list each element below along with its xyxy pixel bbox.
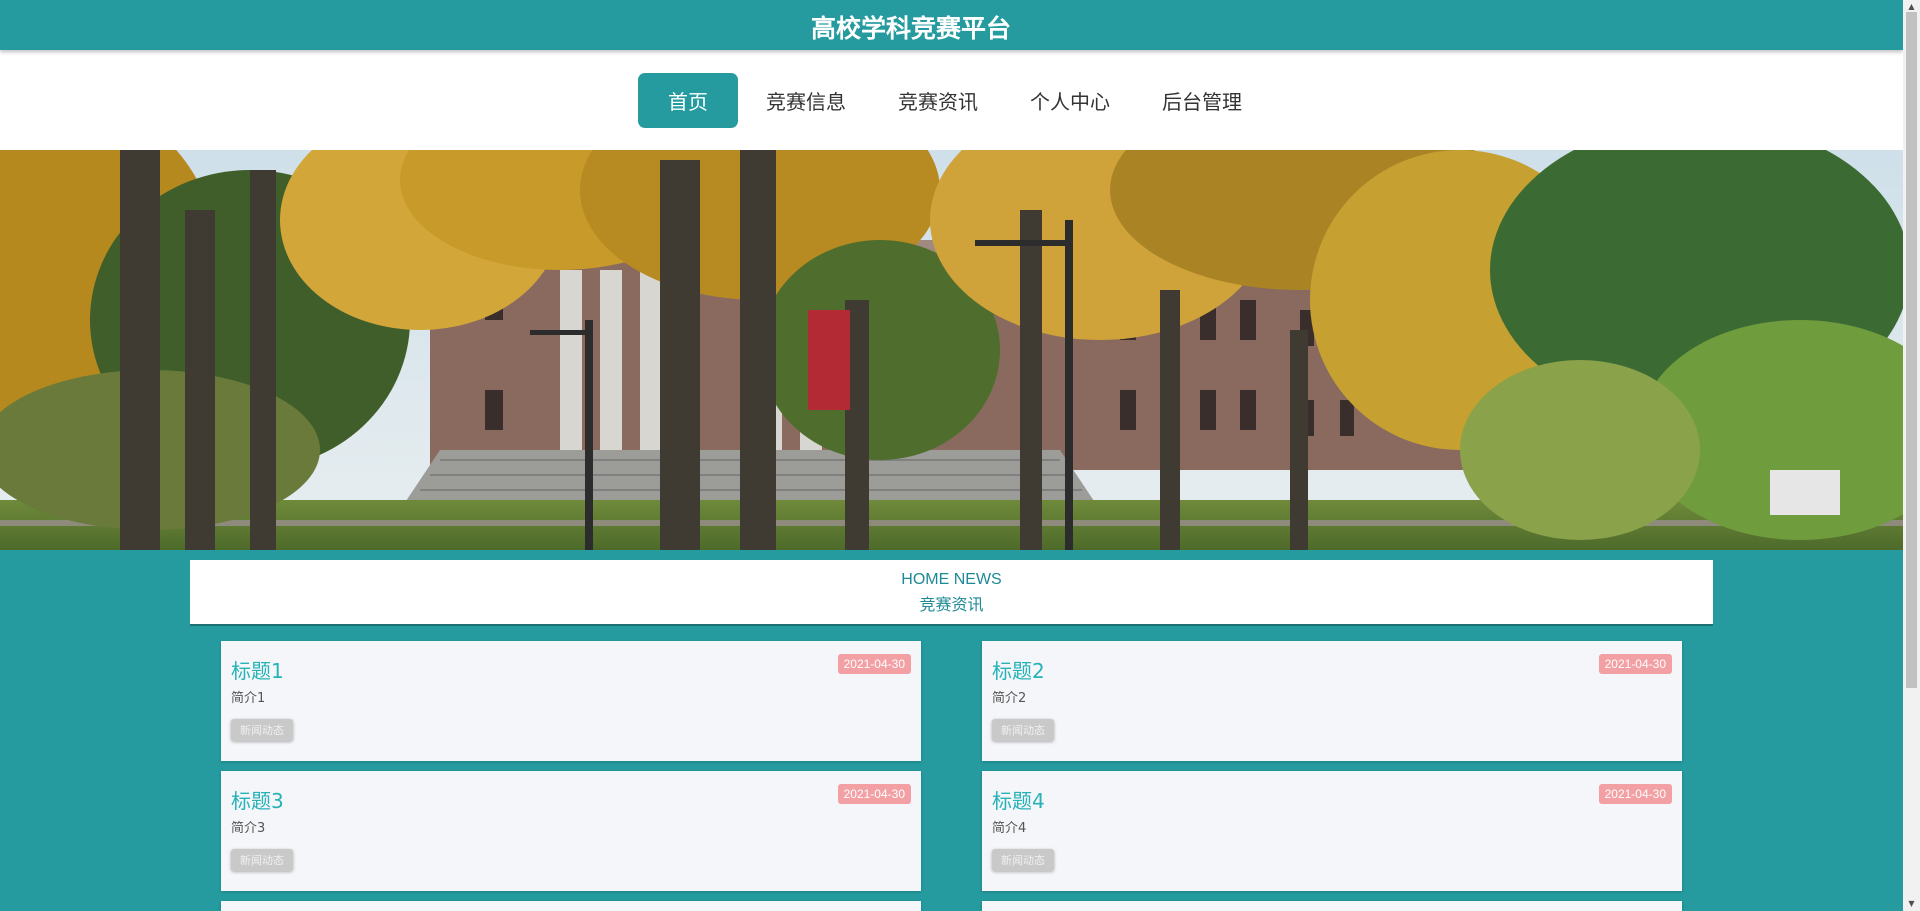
news-card-title[interactable]: 标题1 bbox=[231, 655, 284, 684]
scrollbar-thumb[interactable] bbox=[1906, 12, 1917, 688]
news-card-tag: 新闻动态 bbox=[231, 719, 293, 741]
news-card-date-badge: 2021-04-30 bbox=[837, 654, 911, 674]
news-card-date-badge: 2021-04-30 bbox=[1598, 784, 1672, 804]
campus-banner-image bbox=[0, 150, 1903, 550]
news-card-date-badge: 2021-04-30 bbox=[1598, 654, 1672, 674]
news-card[interactable]: 标题3 2021-04-30 简介3 新闻动态 bbox=[221, 771, 921, 891]
scroll-down-arrow-icon[interactable]: ▼ bbox=[1903, 897, 1920, 911]
news-section-header: HOME NEWS 竞赛资讯 bbox=[190, 560, 1713, 626]
news-card-tag: 新闻动态 bbox=[231, 849, 293, 871]
nav-menu: 首页 竞赛信息 竞赛资讯 个人中心 后台管理 bbox=[638, 73, 1268, 128]
news-heading-en: HOME NEWS bbox=[901, 571, 1002, 588]
news-card-summary: 简介2 bbox=[992, 691, 1027, 706]
news-card-summary: 简介4 bbox=[992, 821, 1027, 836]
news-card-summary: 简介3 bbox=[231, 821, 266, 836]
news-card[interactable]: 标题4 2021-04-30 简介4 新闻动态 bbox=[982, 771, 1682, 891]
banner-illustration bbox=[0, 150, 1903, 550]
nav-item-competition-news[interactable]: 竞赛资讯 bbox=[872, 73, 1004, 128]
news-card[interactable]: 标题1 2021-04-30 简介1 新闻动态 bbox=[221, 641, 921, 761]
news-card-tag: 新闻动态 bbox=[992, 849, 1054, 871]
nav-item-home[interactable]: 首页 bbox=[638, 73, 738, 128]
nav-item-admin[interactable]: 后台管理 bbox=[1136, 73, 1268, 128]
news-card-summary: 简介1 bbox=[231, 691, 266, 706]
news-card-date-badge: 2021-04-30 bbox=[837, 784, 911, 804]
news-card-partial[interactable] bbox=[982, 901, 1682, 911]
news-heading-cn: 竞赛资讯 bbox=[919, 595, 984, 614]
news-card[interactable]: 标题2 2021-04-30 简介2 新闻动态 bbox=[982, 641, 1682, 761]
news-card-title[interactable]: 标题2 bbox=[992, 655, 1045, 684]
news-card-title[interactable]: 标题3 bbox=[231, 785, 284, 814]
news-card-partial[interactable] bbox=[221, 901, 921, 911]
nav-item-competition-info[interactable]: 竞赛信息 bbox=[740, 73, 872, 128]
site-title: 高校学科竞赛平台 bbox=[810, 14, 1011, 43]
news-card-title[interactable]: 标题4 bbox=[992, 785, 1045, 814]
nav-item-personal-center[interactable]: 个人中心 bbox=[1004, 73, 1136, 128]
main-navigation: 首页 竞赛信息 竞赛资讯 个人中心 后台管理 bbox=[0, 50, 1903, 150]
news-card-tag: 新闻动态 bbox=[992, 719, 1054, 741]
top-header-bar: 高校学科竞赛平台 bbox=[0, 0, 1903, 50]
page-scrollbar[interactable]: ▲ ▼ bbox=[1903, 0, 1920, 911]
